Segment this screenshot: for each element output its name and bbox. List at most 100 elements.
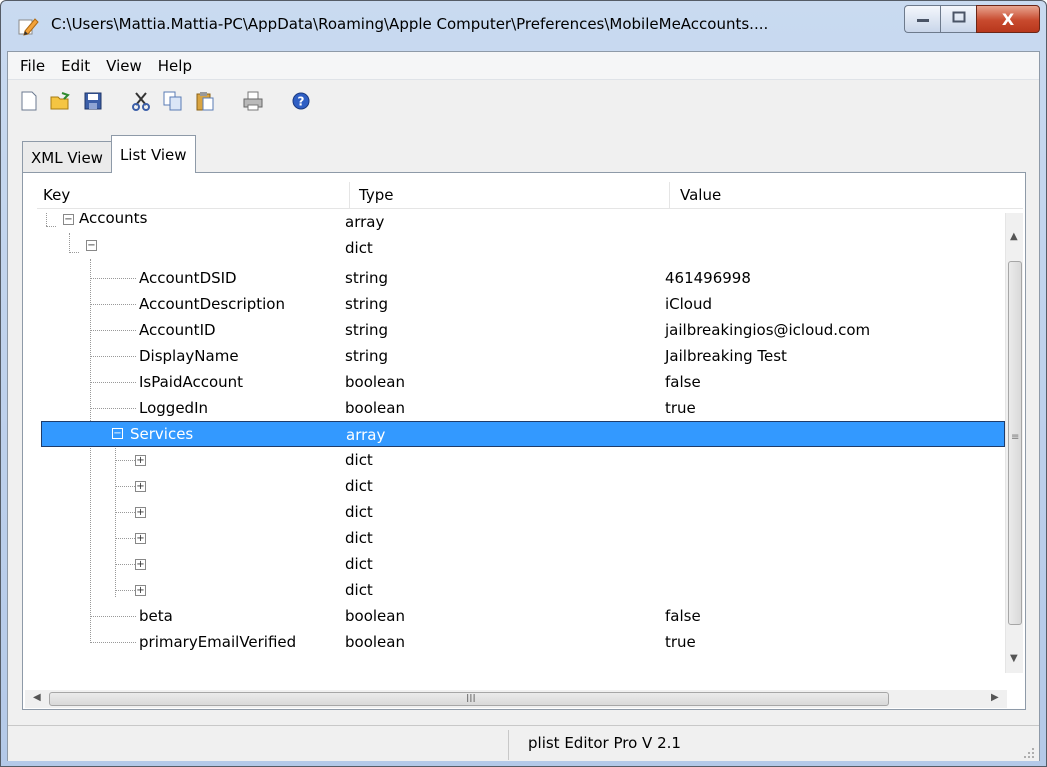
view-tabs: XML View List View [22, 135, 196, 173]
row-key: AccountDescription [139, 295, 285, 313]
column-header-key[interactable]: Key [43, 186, 70, 204]
row-value: Jailbreaking Test [665, 347, 787, 365]
status-bar: plist Editor Pro V 2.1 [8, 725, 1039, 761]
window-title: C:\Users\Mattia.Mattia-PC\AppData\Roamin… [51, 15, 769, 33]
menu-file[interactable]: File [12, 57, 53, 75]
row-type: boolean [345, 399, 405, 417]
scroll-right-icon[interactable]: ▶ [991, 692, 999, 703]
cut-icon[interactable] [130, 90, 152, 112]
table-row[interactable]: LoggedIn boolean true [23, 395, 1005, 421]
row-type: boolean [345, 607, 405, 625]
horizontal-scroll-thumb[interactable]: III [49, 692, 889, 706]
row-value: iCloud [665, 295, 713, 313]
table-row[interactable]: AccountID string jailbreakingios@icloud.… [23, 317, 1005, 343]
table-row[interactable]: IsPaidAccount boolean false [23, 369, 1005, 395]
row-value: jailbreakingios@icloud.com [665, 321, 871, 339]
row-type: string [345, 269, 389, 287]
table-row[interactable]: beta boolean false [23, 603, 1005, 629]
table-row[interactable]: AccountDescription string iCloud [23, 291, 1005, 317]
maximize-button[interactable] [940, 5, 976, 33]
tree-list: − Accounts array − dict AccountDSID stri… [23, 213, 1005, 671]
table-row[interactable]: primaryEmailVerified boolean true [23, 629, 1005, 655]
row-type: dict [345, 477, 373, 495]
table-row[interactable]: + dict [23, 473, 1005, 499]
row-type: dict [345, 529, 373, 547]
menu-edit[interactable]: Edit [53, 57, 98, 75]
row-key: DisplayName [139, 347, 239, 365]
table-row[interactable]: + dict [23, 551, 1005, 577]
minimize-icon [916, 11, 930, 27]
minimize-button[interactable] [904, 5, 940, 33]
expand-icon[interactable]: + [135, 559, 146, 570]
row-type: boolean [345, 373, 405, 391]
column-header-value[interactable]: Value [680, 186, 721, 204]
row-key: IsPaidAccount [139, 373, 244, 391]
row-key: beta [139, 607, 173, 625]
collapse-icon[interactable]: − [112, 428, 123, 439]
row-value: true [665, 399, 696, 417]
table-row[interactable]: + dict [23, 525, 1005, 551]
row-type: dict [345, 581, 373, 599]
save-icon[interactable] [82, 90, 104, 112]
table-row[interactable]: + dict [23, 447, 1005, 473]
table-row[interactable]: + dict [23, 499, 1005, 525]
tab-xml-view[interactable]: XML View [22, 141, 112, 173]
table-row[interactable]: DisplayName string Jailbreaking Test [23, 343, 1005, 369]
table-row[interactable]: + dict [23, 577, 1005, 603]
expand-icon[interactable]: + [135, 481, 146, 492]
row-key: Accounts [79, 213, 148, 227]
row-key: AccountID [139, 321, 216, 339]
menu-bar: File Edit View Help [8, 52, 1039, 80]
table-row-selected[interactable]: − Services array [41, 421, 1005, 447]
grip-icon: ≡ [1011, 432, 1020, 443]
copy-icon[interactable] [162, 90, 184, 112]
row-type: array [345, 213, 385, 231]
row-value: true [665, 633, 696, 651]
open-folder-icon[interactable] [50, 90, 72, 112]
status-text: plist Editor Pro V 2.1 [528, 734, 681, 752]
close-button[interactable]: X [976, 5, 1040, 33]
vertical-scrollbar[interactable]: ▲ ≡ ▼ [1005, 213, 1023, 673]
row-value: 461496998 [665, 269, 751, 287]
horizontal-scrollbar[interactable]: ◀ III ▶ [25, 690, 1007, 708]
table-header: Key Type Value [37, 182, 1023, 209]
scroll-left-icon[interactable]: ◀ [33, 692, 41, 703]
table-row[interactable]: − dict [23, 239, 1005, 265]
row-key: primaryEmailVerified [139, 633, 297, 651]
close-icon: X [1001, 9, 1015, 29]
title-bar[interactable]: C:\Users\Mattia.Mattia-PC\AppData\Roamin… [1, 1, 1046, 51]
new-file-icon[interactable] [18, 90, 40, 112]
menu-view[interactable]: View [98, 57, 150, 75]
print-icon[interactable] [242, 90, 264, 112]
row-type: string [345, 347, 389, 365]
table-row[interactable]: − Accounts array [23, 213, 1005, 239]
menu-help[interactable]: Help [150, 57, 200, 75]
scroll-up-icon[interactable]: ▲ [1010, 231, 1018, 242]
collapse-icon[interactable]: − [86, 240, 97, 251]
scroll-down-icon[interactable]: ▼ [1010, 653, 1018, 664]
expand-icon[interactable]: + [135, 455, 146, 466]
expand-icon[interactable]: + [135, 585, 146, 596]
table-row[interactable]: AccountDSID string 461496998 [23, 265, 1005, 291]
row-type: array [346, 426, 386, 444]
row-value: false [665, 607, 701, 625]
pencil-icon [17, 15, 39, 37]
paste-icon[interactable] [194, 90, 216, 112]
collapse-icon[interactable]: − [63, 214, 74, 225]
help-icon[interactable]: ? [290, 90, 312, 112]
row-type: string [345, 295, 389, 313]
row-value: false [665, 373, 701, 391]
row-type: string [345, 321, 389, 339]
grip-icon: III [466, 692, 476, 705]
row-key: LoggedIn [139, 399, 208, 417]
row-type: dict [345, 239, 373, 257]
resize-grip-icon[interactable] [1023, 745, 1035, 758]
expand-icon[interactable]: + [135, 507, 146, 518]
client-area: File Edit View Help ? XML View List View… [7, 51, 1040, 761]
row-type: dict [345, 555, 373, 573]
expand-icon[interactable]: + [135, 533, 146, 544]
column-header-type[interactable]: Type [359, 186, 393, 204]
row-key: Services [130, 425, 194, 443]
tab-list-view[interactable]: List View [110, 135, 196, 173]
vertical-scroll-thumb[interactable]: ≡ [1008, 261, 1022, 625]
